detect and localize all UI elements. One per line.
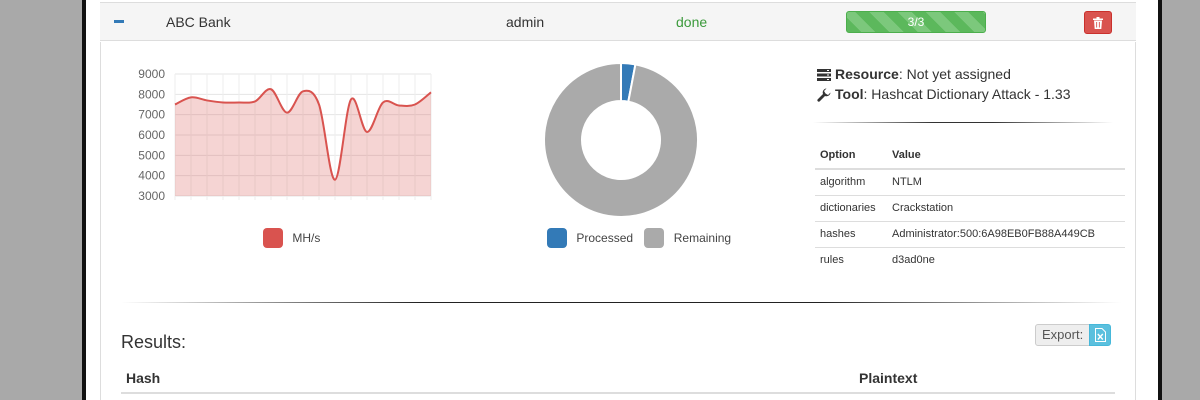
legend-item-mhs: MH/s	[263, 228, 320, 248]
table-row: dictionaries Crackstation	[815, 195, 1125, 222]
donut-slice-remaining	[543, 61, 699, 218]
tool-value: : Hashcat Dictionary Attack - 1.33	[863, 86, 1071, 102]
table-row: algorithm NTLM	[815, 168, 1125, 196]
options-header-row: Option Value	[815, 142, 1125, 170]
resource-value: : Not yet assigned	[898, 66, 1011, 82]
legend-swatch	[547, 228, 567, 248]
job-user: admin	[506, 14, 545, 30]
y-tick-label: 9000	[138, 67, 165, 81]
column-header-option: Option	[815, 142, 887, 170]
legend-swatch	[644, 228, 665, 248]
job-info: Resource: Not yet assigned Tool: Hashcat…	[817, 64, 1071, 104]
option-value: NTLM	[887, 168, 1125, 196]
options-table: Option Value algorithm NTLM dictionaries…	[815, 142, 1125, 274]
excel-file-icon	[1095, 328, 1107, 342]
collapse-icon[interactable]	[114, 20, 124, 23]
legend-label: Processed	[576, 231, 634, 245]
resource-line: Resource: Not yet assigned	[817, 64, 1071, 84]
y-tick-label: 5000	[138, 148, 165, 162]
tool-line: Tool: Hashcat Dictionary Attack - 1.33	[817, 84, 1071, 104]
legend-label: Remaining	[673, 231, 732, 245]
server-icon	[817, 69, 831, 82]
speed-chart: 9000 8000 7000 6000 5000 4000 3000	[138, 67, 432, 203]
resource-label: Resource	[835, 66, 899, 82]
section-divider	[121, 302, 1121, 303]
table-row: hashes Administrator:500:6A98EB0FB88A449…	[815, 221, 1125, 248]
tool-label: Tool	[835, 86, 864, 102]
donut-legend: Processed Remaining	[547, 228, 739, 248]
results-title: Results:	[121, 332, 187, 352]
divider	[813, 122, 1113, 123]
y-tick-label: 7000	[138, 108, 165, 122]
job-row[interactable]: ABC Bank admin done 3/3	[100, 2, 1136, 41]
job-name: ABC Bank	[166, 14, 231, 30]
wrench-icon	[817, 88, 831, 102]
legend-swatch	[263, 228, 283, 248]
export-label: Export:	[1035, 324, 1091, 346]
option-name: dictionaries	[815, 195, 887, 222]
column-header-value: Value	[887, 142, 1125, 170]
y-tick-label: 4000	[138, 169, 165, 183]
y-tick-label: 8000	[138, 87, 165, 101]
legend-item-processed: Processed	[547, 228, 633, 248]
job-status: done	[676, 14, 708, 30]
option-name: rules	[815, 247, 887, 274]
column-header-plaintext: Plaintext	[859, 370, 918, 386]
option-value: d3ad0ne	[887, 247, 1125, 274]
job-progress-bar: 3/3	[846, 11, 986, 33]
option-name: algorithm	[815, 168, 887, 196]
progress-donut-chart	[543, 61, 699, 218]
column-header-hash: Hash	[126, 370, 161, 386]
job-panel: ABC Bank admin done 3/3 9000 8000 7000 6…	[86, 0, 1158, 400]
legend-item-remaining: Remaining	[644, 228, 731, 248]
job-details: 9000 8000 7000 6000 5000 4000 3000 MH/s …	[100, 42, 1136, 400]
delete-job-button[interactable]	[1084, 11, 1112, 34]
table-row: rules d3ad0ne	[815, 247, 1125, 274]
option-name: hashes	[815, 221, 887, 248]
speed-area	[175, 89, 431, 196]
option-value: Administrator:500:6A98EB0FB88A449CB	[887, 221, 1125, 248]
results-table-header: Hash Plaintext	[121, 368, 1115, 394]
option-value: Crackstation	[887, 195, 1125, 222]
y-tick-label: 3000	[138, 189, 165, 203]
legend-label: MH/s	[292, 231, 321, 245]
window-border-right	[1158, 0, 1162, 400]
y-tick-label: 6000	[138, 128, 165, 142]
trash-icon	[1093, 17, 1103, 29]
speed-legend: MH/s	[263, 228, 328, 248]
job-progress-text: 3/3	[907, 15, 925, 29]
export-group: Export:	[1035, 324, 1112, 346]
export-excel-button[interactable]	[1089, 324, 1112, 346]
